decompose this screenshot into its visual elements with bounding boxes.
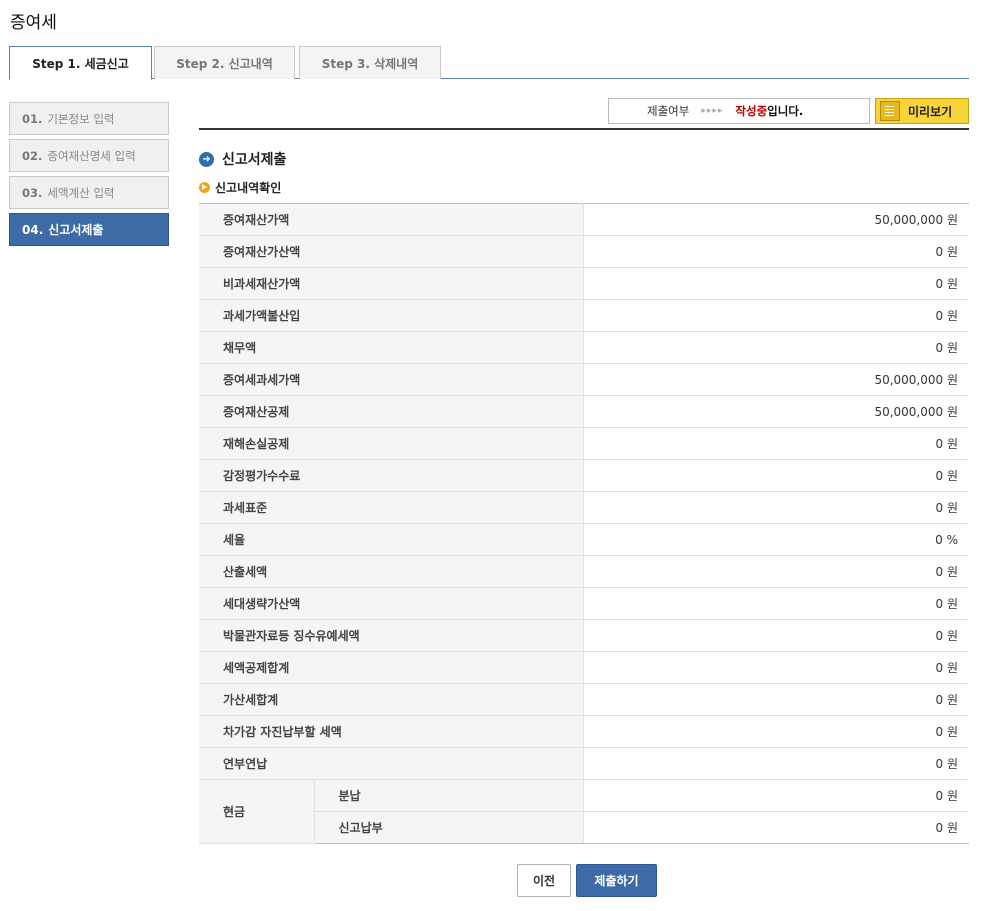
table-row: 산출세액 0 원 [199, 555, 969, 588]
row-value: 0 원 [583, 715, 969, 748]
row-label: 세대생략가산액 [199, 587, 584, 620]
sidebar-item-gift-property[interactable]: 02. 증여재산명세 입력 [9, 139, 169, 172]
row-value: 0 원 [583, 491, 969, 524]
sidebar: 01. 기본정보 입력 02. 증여재산명세 입력 03. 세액계산 입력 04… [9, 102, 169, 250]
row-value: 0 원 [583, 683, 969, 716]
row-label: 감정평가수수료 [199, 459, 584, 492]
row-label: 차가감 자진납부할 세액 [199, 715, 584, 748]
table-row: 가산세합계 0 원 [199, 683, 969, 716]
section-title-text: 신고서제출 [222, 152, 287, 168]
sidebar-item-label: 세액계산 입력 [47, 185, 115, 200]
row-value: 0 원 [583, 235, 969, 268]
sidebar-item-label: 기본정보 입력 [47, 111, 115, 126]
tab-step2[interactable]: Step 2. 신고내역 [154, 46, 295, 79]
row-value: 0 원 [583, 811, 969, 844]
row-value: 0 원 [583, 779, 969, 812]
table-row: 박물관자료등 징수유예세액 0 원 [199, 619, 969, 652]
row-label: 채무액 [199, 331, 584, 364]
document-icon [880, 101, 900, 121]
row-value: 0 % [583, 523, 969, 556]
table-row: 세액공제합계 0 원 [199, 651, 969, 684]
table-row: 세대생략가산액 0 원 [199, 587, 969, 620]
row-label: 비과세재산가액 [199, 267, 584, 300]
tax-summary-table: 증여재산가액 50,000,000 원 증여재산가산액 0 원 비과세재산가액 0 원… [199, 203, 969, 844]
row-label: 증여재산공제 [199, 395, 584, 428]
table-row: 과세가액불산입 0 원 [199, 299, 969, 332]
row-value: 0 원 [583, 267, 969, 300]
row-label: 세액공제합계 [199, 651, 584, 684]
prev-button[interactable]: 이전 [517, 864, 571, 897]
divider [199, 128, 969, 130]
status-arrows-icon: ▸▸▸▸ [701, 106, 724, 116]
row-label: 연부연납 [199, 747, 584, 780]
row-value: 0 원 [583, 747, 969, 780]
table-row: 과세표준 0 원 [199, 491, 969, 524]
row-label: 과세가액불산입 [199, 299, 584, 332]
sidebar-item-number: 03. [22, 185, 43, 200]
row-value: 0 원 [583, 331, 969, 364]
sidebar-item-label: 증여재산명세 입력 [47, 148, 136, 163]
preview-button[interactable]: 미리보기 [875, 98, 969, 124]
tab-step1[interactable]: Step 1. 세금신고 [9, 46, 152, 80]
arrow-circle-icon: ➜ [199, 151, 214, 167]
status-suffix: 입니다. [767, 104, 804, 118]
row-value: 0 원 [583, 299, 969, 332]
sidebar-item-number: 01. [22, 111, 43, 126]
sidebar-item-tax-calc[interactable]: 03. 세액계산 입력 [9, 176, 169, 209]
row-label: 박물관자료등 징수유예세액 [199, 619, 584, 652]
row-label: 산출세액 [199, 555, 584, 588]
table-row: 채무액 0 원 [199, 331, 969, 364]
row-value: 0 원 [583, 459, 969, 492]
row-label: 신고납부 [314, 811, 584, 844]
sidebar-item-label: 신고서제출 [48, 223, 104, 237]
section-subtitle-text: 신고내역확인 [215, 181, 282, 195]
row-label: 증여세과세가액 [199, 363, 584, 396]
row-label: 분납 [314, 779, 584, 812]
bullet-icon [199, 182, 210, 193]
status-label: 제출여부 [647, 104, 690, 118]
table-row: 연부연납 0 원 [199, 747, 969, 780]
table-row: 현금 분납 0 원 [199, 779, 969, 844]
table-row: 재해손실공제 0 원 [199, 427, 969, 460]
sidebar-item-submit[interactable]: 04. 신고서제출 [9, 213, 169, 246]
table-row: 증여세과세가액 50,000,000 원 [199, 363, 969, 396]
page-title: 증여세 [10, 13, 57, 33]
sidebar-item-basic-info[interactable]: 01. 기본정보 입력 [9, 102, 169, 135]
row-value: 0 원 [583, 427, 969, 460]
sidebar-item-number: 04. [22, 222, 44, 237]
row-label: 증여재산가액 [199, 203, 584, 236]
submit-button[interactable]: 제출하기 [576, 864, 657, 897]
tab-step3[interactable]: Step 3. 삭제내역 [299, 46, 441, 79]
preview-button-label: 미리보기 [908, 104, 953, 119]
section-title: ➜ 신고서제출 [199, 149, 286, 169]
table-row: 증여재산가액 50,000,000 원 [199, 203, 969, 236]
table-row: 증여재산가산액 0 원 [199, 235, 969, 268]
submission-status: 제출여부 ▸▸▸▸ 작성중 입니다. [608, 98, 870, 124]
table-row: 차가감 자진납부할 세액 0 원 [199, 715, 969, 748]
row-label: 증여재산가산액 [199, 235, 584, 268]
section-subtitle: 신고내역확인 [199, 179, 281, 196]
status-state: 작성중 [735, 104, 768, 118]
cash-label: 현금 [199, 779, 315, 844]
row-value: 0 원 [583, 619, 969, 652]
row-label: 가산세합계 [199, 683, 584, 716]
row-value: 50,000,000 원 [583, 395, 969, 428]
sidebar-item-number: 02. [22, 148, 43, 163]
row-value: 0 원 [583, 587, 969, 620]
row-label: 세율 [199, 523, 584, 556]
row-label: 과세표준 [199, 491, 584, 524]
table-row: 감정평가수수료 0 원 [199, 459, 969, 492]
table-row: 증여재산공제 50,000,000 원 [199, 395, 969, 428]
table-row: 세율 0 % [199, 523, 969, 556]
row-value: 50,000,000 원 [583, 203, 969, 236]
row-value: 0 원 [583, 555, 969, 588]
row-label: 재해손실공제 [199, 427, 584, 460]
step-tabs: Step 1. 세금신고 Step 2. 신고내역 Step 3. 삭제내역 [9, 46, 969, 80]
row-value: 50,000,000 원 [583, 363, 969, 396]
row-value: 0 원 [583, 651, 969, 684]
table-row: 비과세재산가액 0 원 [199, 267, 969, 300]
table-row: 신고납부 0 원 [199, 811, 969, 844]
